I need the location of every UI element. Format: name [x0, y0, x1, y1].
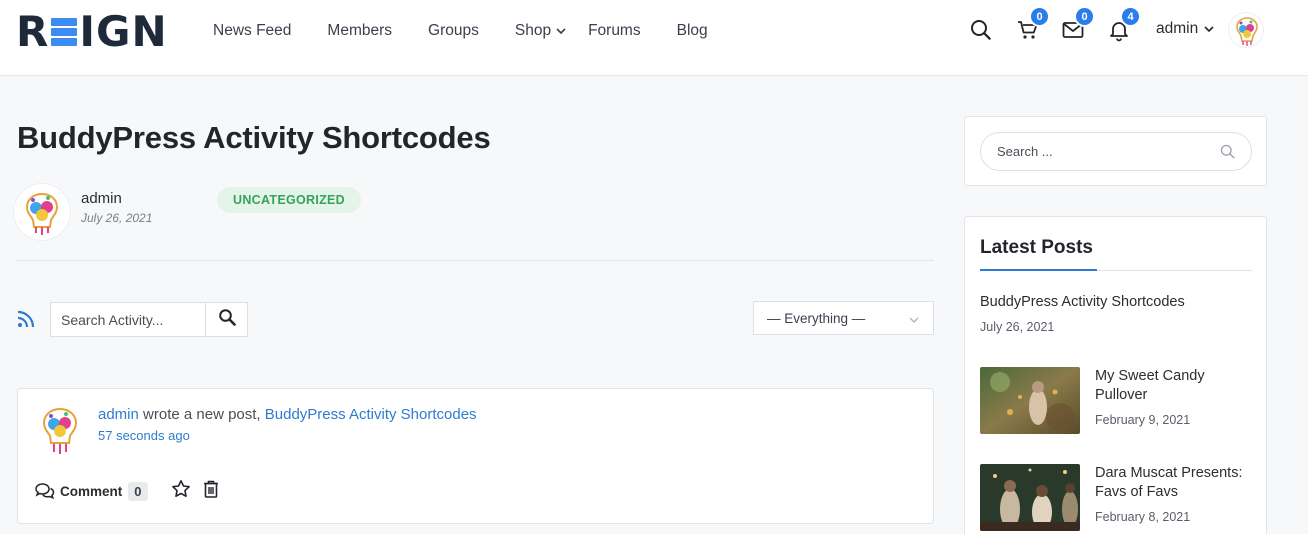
delete-button[interactable] [200, 480, 222, 502]
page-title: BuddyPress Activity Shortcodes [17, 120, 491, 155]
user-menu[interactable]: admin [1156, 20, 1214, 38]
nav-label: Forums [588, 22, 641, 39]
nav-label: Shop [514, 22, 552, 39]
activity-post-link[interactable]: BuddyPress Activity Shortcodes [265, 406, 477, 423]
sidebar-search-input[interactable] [981, 133, 1213, 170]
latest-post-thumbnail[interactable] [980, 367, 1080, 434]
author-name[interactable]: admin [81, 190, 122, 207]
cart-count-badge: 0 [1029, 6, 1050, 27]
comment-label: Comment [60, 483, 123, 499]
favorite-button[interactable] [170, 479, 192, 504]
nav-item-shop[interactable]: Shop [515, 22, 566, 40]
latest-post-title-line: Dara Muscat Presents: [1095, 465, 1243, 481]
nav-label: Blog [676, 22, 708, 39]
nav-label: News Feed [213, 22, 292, 39]
star-icon [171, 479, 191, 504]
search-icon[interactable] [1213, 138, 1241, 166]
activity-user-link[interactable]: admin [98, 406, 139, 423]
nav-item-news-feed[interactable]: News Feed [213, 22, 291, 40]
search-icon [218, 308, 236, 331]
site-logo[interactable]: R IGN [16, 7, 168, 56]
chevron-down-icon [1204, 20, 1214, 38]
sidebar-search-widget [964, 116, 1267, 186]
cart-icon[interactable]: 0 [1016, 6, 1050, 42]
latest-post-title-line: Favs of Favs [1095, 484, 1178, 500]
latest-post-title-line: Pullover [1095, 387, 1148, 403]
latest-post-title[interactable]: BuddyPress Activity Shortcodes [980, 293, 1185, 312]
activity-item: admin wrote a new post, BuddyPress Activ… [17, 388, 934, 524]
logo-letters-ign: IGN [79, 7, 168, 56]
messages-count-badge: 0 [1074, 6, 1095, 27]
comment-count: 0 [128, 481, 148, 501]
latest-post-date: July 26, 2021 [980, 320, 1055, 334]
rss-icon[interactable] [17, 310, 35, 328]
category-badge[interactable]: UNCATEGORIZED [217, 187, 361, 213]
widget-title: Latest Posts [980, 237, 1093, 258]
latest-post-thumbnail[interactable] [980, 464, 1080, 531]
chevron-down-icon [556, 22, 566, 40]
bell-icon[interactable]: 4 [1107, 6, 1141, 42]
messages-icon[interactable]: 0 [1061, 6, 1095, 42]
search-icon[interactable] [969, 18, 993, 42]
activity-timestamp[interactable]: 57 seconds ago [98, 428, 190, 443]
filter-selected-value: — Everything — [767, 310, 866, 326]
logo-letter-r: R [16, 7, 50, 56]
activity-filter-select[interactable]: — Everything — [753, 301, 934, 335]
logo-e-mark [51, 16, 78, 48]
nav-label: Members [327, 22, 393, 39]
notifications-count-badge: 4 [1120, 6, 1141, 27]
latest-posts-widget: Latest Posts BuddyPress Activity Shortco… [964, 216, 1267, 534]
chevron-down-icon [909, 311, 919, 326]
nav-item-blog[interactable]: Blog [677, 22, 708, 40]
nav-item-forums[interactable]: Forums [588, 22, 641, 40]
author-avatar[interactable] [14, 184, 70, 240]
post-date: July 26, 2021 [81, 211, 153, 225]
nav-item-members[interactable]: Members [327, 22, 392, 40]
nav-item-groups[interactable]: Groups [428, 22, 479, 40]
widget-title-accent [980, 269, 1097, 271]
trash-icon [202, 479, 220, 504]
latest-post-date: February 9, 2021 [1095, 413, 1191, 427]
divider [17, 260, 934, 261]
activity-avatar[interactable] [37, 405, 83, 457]
latest-post-title-line: My Sweet Candy [1095, 368, 1205, 384]
activity-search-input[interactable] [51, 303, 205, 336]
latest-post-title[interactable]: Dara Muscat Presents: Favs of Favs [1095, 464, 1242, 502]
activity-search-button[interactable] [205, 303, 247, 336]
avatar[interactable] [1228, 12, 1264, 48]
user-name: admin [1156, 20, 1199, 37]
activity-action-verb: wrote a new post, [138, 406, 265, 423]
sidebar-search [980, 132, 1252, 171]
comment-button[interactable]: Comment 0 [32, 479, 150, 503]
nav-label: Groups [428, 22, 479, 39]
activity-actions: Comment 0 [32, 479, 222, 503]
comment-icon [34, 482, 55, 500]
activity-action-text: admin wrote a new post, BuddyPress Activ… [98, 406, 477, 423]
main-nav: News Feed Members Groups Shop Forums Blo… [213, 0, 744, 62]
latest-post-date: February 8, 2021 [1095, 510, 1191, 524]
activity-search [50, 302, 248, 337]
latest-post-title[interactable]: My Sweet Candy Pullover [1095, 367, 1205, 405]
site-header: R IGN News Feed Members Groups Shop Foru… [0, 0, 1308, 76]
